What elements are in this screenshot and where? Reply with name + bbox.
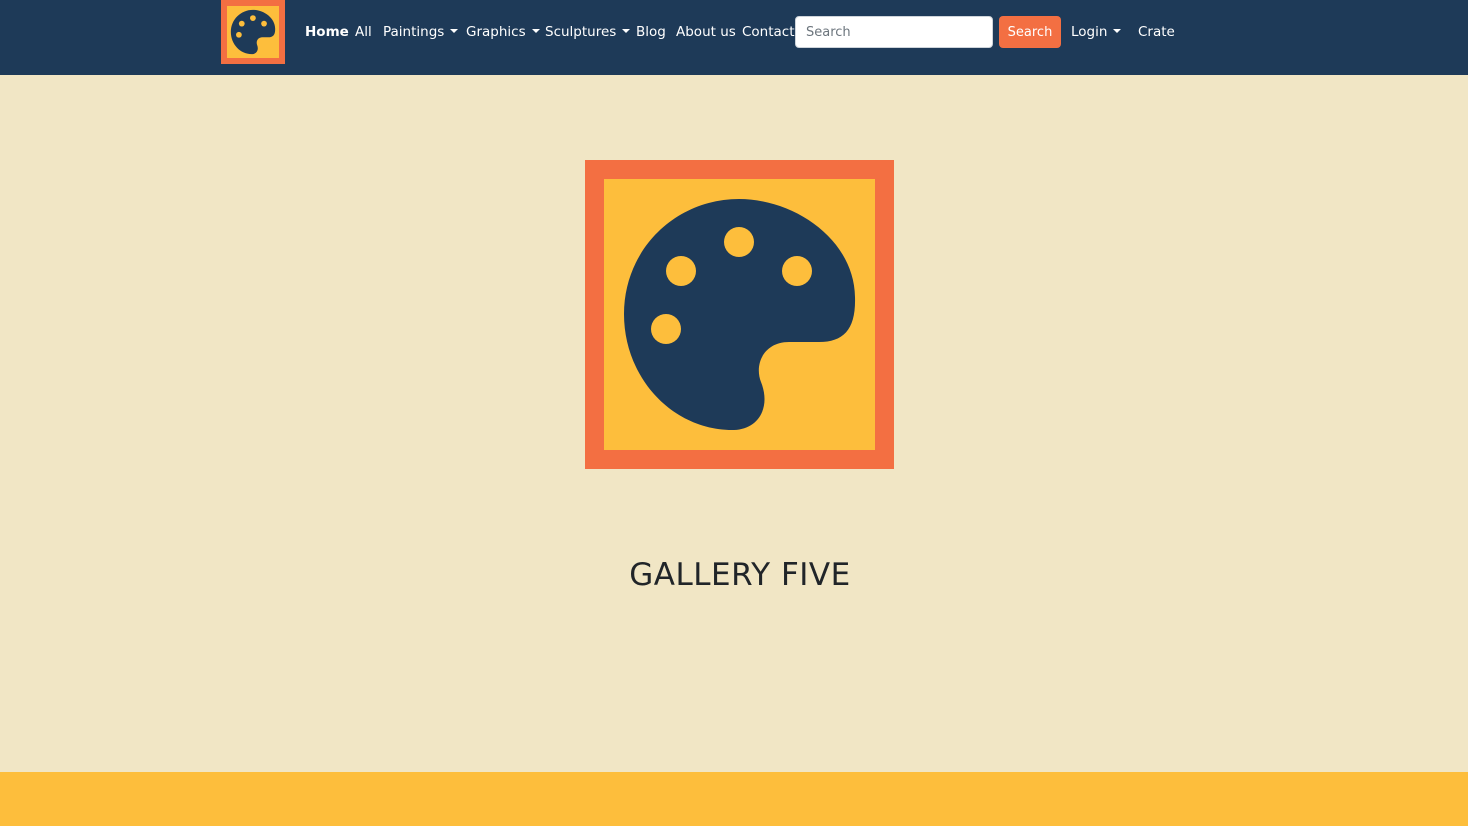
nav-blog-link[interactable]: Blog [636, 23, 666, 41]
page-title: GALLERY FIVE [629, 557, 851, 593]
nav-home-link[interactable]: Home [305, 23, 349, 41]
search-button[interactable]: Search [999, 16, 1061, 48]
hero-logo [585, 160, 894, 469]
nav-crate-link[interactable]: Crate [1138, 23, 1175, 41]
palette-icon [230, 9, 276, 55]
nav-graphics-label: Graphics [466, 24, 526, 40]
nav-paintings-label: Paintings [383, 24, 445, 40]
caret-down-icon [1113, 29, 1122, 33]
nav-login-label: Login [1071, 24, 1108, 40]
nav-all-link[interactable]: All [355, 23, 372, 41]
footer [0, 772, 1468, 826]
nav-sculptures-label: Sculptures [545, 24, 617, 40]
caret-down-icon [450, 29, 459, 33]
caret-down-icon [622, 29, 631, 33]
nav-contact-link[interactable]: Contact [742, 23, 795, 41]
nav-graphics-dropdown[interactable]: Graphics [466, 23, 540, 41]
top-navbar: Home All Paintings Graphics Sculptures B… [0, 0, 1468, 75]
brand-logo-link[interactable] [221, 0, 285, 64]
nav-sculptures-dropdown[interactable]: Sculptures [545, 23, 631, 41]
palette-icon [624, 199, 856, 431]
caret-down-icon [531, 29, 540, 33]
nav-paintings-dropdown[interactable]: Paintings [383, 23, 459, 41]
nav-about-link[interactable]: About us [676, 23, 736, 41]
nav-login-dropdown[interactable]: Login [1071, 23, 1122, 41]
search-input[interactable] [795, 16, 993, 48]
